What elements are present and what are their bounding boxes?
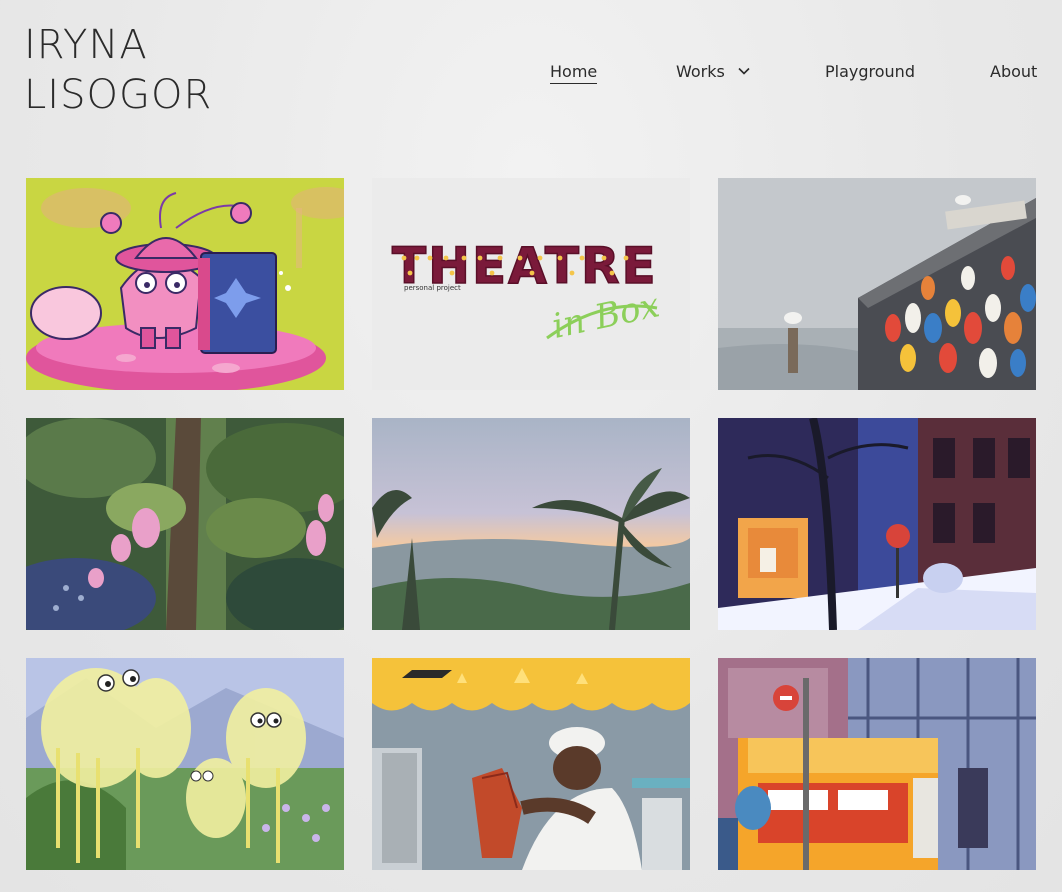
theatre-in-box-logo: THEATRE personal project in Box <box>372 178 690 390</box>
fishing-shack-artwork <box>718 178 1036 390</box>
nav-works-dropdown[interactable]: Works <box>676 62 750 82</box>
main-nav: Home Works Playground About <box>0 62 1062 86</box>
street-kiosk-artwork <box>718 658 1036 870</box>
theatre-caption: personal project <box>404 284 461 292</box>
project-tile-fishing-shack[interactable] <box>718 178 1036 390</box>
site-header: IRYNA LISOGOR Home Works Playground Abou… <box>0 0 1062 150</box>
project-tile-fluffy-creatures[interactable] <box>26 658 344 870</box>
nav-playground-link[interactable]: Playground <box>825 62 915 82</box>
project-tile-beetle[interactable] <box>26 178 344 390</box>
nav-home-link[interactable]: Home <box>550 62 598 84</box>
project-tile-snowy-street[interactable] <box>718 418 1036 630</box>
sunset-palms-artwork <box>372 418 690 630</box>
project-tile-jungle[interactable] <box>26 418 344 630</box>
chevron-down-icon <box>738 67 750 75</box>
project-tile-theatre-in-box[interactable]: THEATRE personal project in Box <box>372 178 690 390</box>
taco-stand-artwork <box>372 658 690 870</box>
jungle-artwork <box>26 418 344 630</box>
project-tile-sunset-palms[interactable] <box>372 418 690 630</box>
snowy-street-artwork <box>718 418 1036 630</box>
project-tile-taco-stand[interactable] <box>372 658 690 870</box>
nav-about-link[interactable]: About <box>990 62 1037 82</box>
project-tile-street-kiosk[interactable] <box>718 658 1036 870</box>
fluffy-creatures-artwork <box>26 658 344 870</box>
nav-works-label: Works <box>676 62 725 81</box>
beetle-artwork <box>26 178 344 390</box>
